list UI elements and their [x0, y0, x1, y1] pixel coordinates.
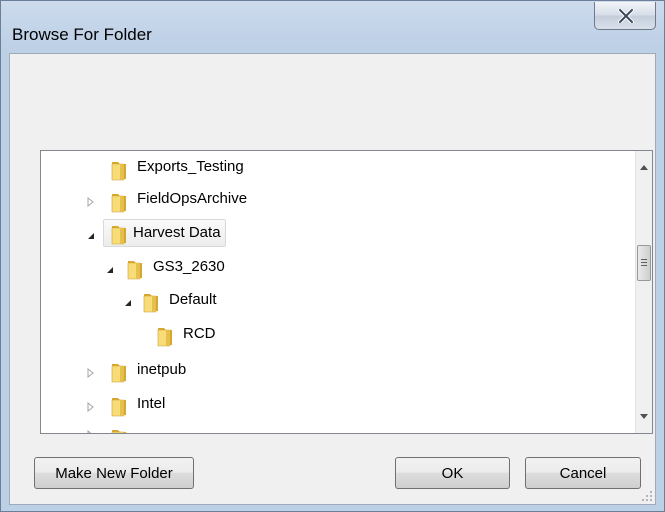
resize-grip-icon[interactable]: [641, 490, 653, 502]
folder-icon: [157, 328, 172, 347]
close-button[interactable]: [594, 2, 656, 30]
folder-icon: [127, 261, 142, 280]
folder-icon: [111, 162, 126, 181]
expand-arrow-icon[interactable]: [86, 197, 96, 207]
tree-item-label: FieldOpsArchive: [137, 190, 248, 207]
collapse-arrow-icon[interactable]: [123, 298, 133, 308]
tree-item-label: GS3_2630: [153, 258, 225, 275]
make-new-folder-button[interactable]: Make New Folder: [34, 457, 194, 489]
browse-for-folder-dialog: Browse For Folder Exports_Testing FieldO…: [0, 0, 665, 512]
scroll-down-icon[interactable]: [636, 408, 652, 425]
vertical-scrollbar[interactable]: [635, 151, 652, 433]
expand-arrow-icon[interactable]: [86, 368, 96, 378]
window-title: Browse For Folder: [12, 25, 152, 44]
folder-tree[interactable]: Exports_Testing FieldOpsArchive Harvest …: [40, 150, 653, 434]
expand-arrow-icon[interactable]: [86, 430, 96, 434]
folder-icon: [143, 294, 158, 313]
ok-button[interactable]: OK: [395, 457, 510, 489]
expand-arrow-icon[interactable]: [86, 402, 96, 412]
tree-item-label: RCD: [183, 325, 216, 342]
collapse-arrow-icon[interactable]: [86, 231, 96, 241]
tree-item-label: Exports_Testing: [137, 158, 244, 175]
close-icon: [618, 9, 634, 23]
title-bar[interactable]: Browse For Folder: [1, 1, 664, 53]
tree-item-label: Default: [169, 291, 217, 308]
tree-item-label: inetpub: [137, 361, 187, 378]
scrollbar-thumb[interactable]: [637, 245, 651, 281]
scroll-up-icon[interactable]: [636, 159, 652, 176]
folder-icon: [111, 226, 126, 245]
cancel-button[interactable]: Cancel: [525, 457, 641, 489]
folder-icon: [111, 398, 126, 417]
folder-icon: [111, 194, 126, 213]
dialog-body: Exports_Testing FieldOpsArchive Harvest …: [9, 53, 656, 505]
tree-item-label: Intel: [137, 395, 166, 412]
folder-icon: [111, 430, 126, 433]
folder-icon: [111, 364, 126, 383]
collapse-arrow-icon[interactable]: [105, 265, 115, 275]
